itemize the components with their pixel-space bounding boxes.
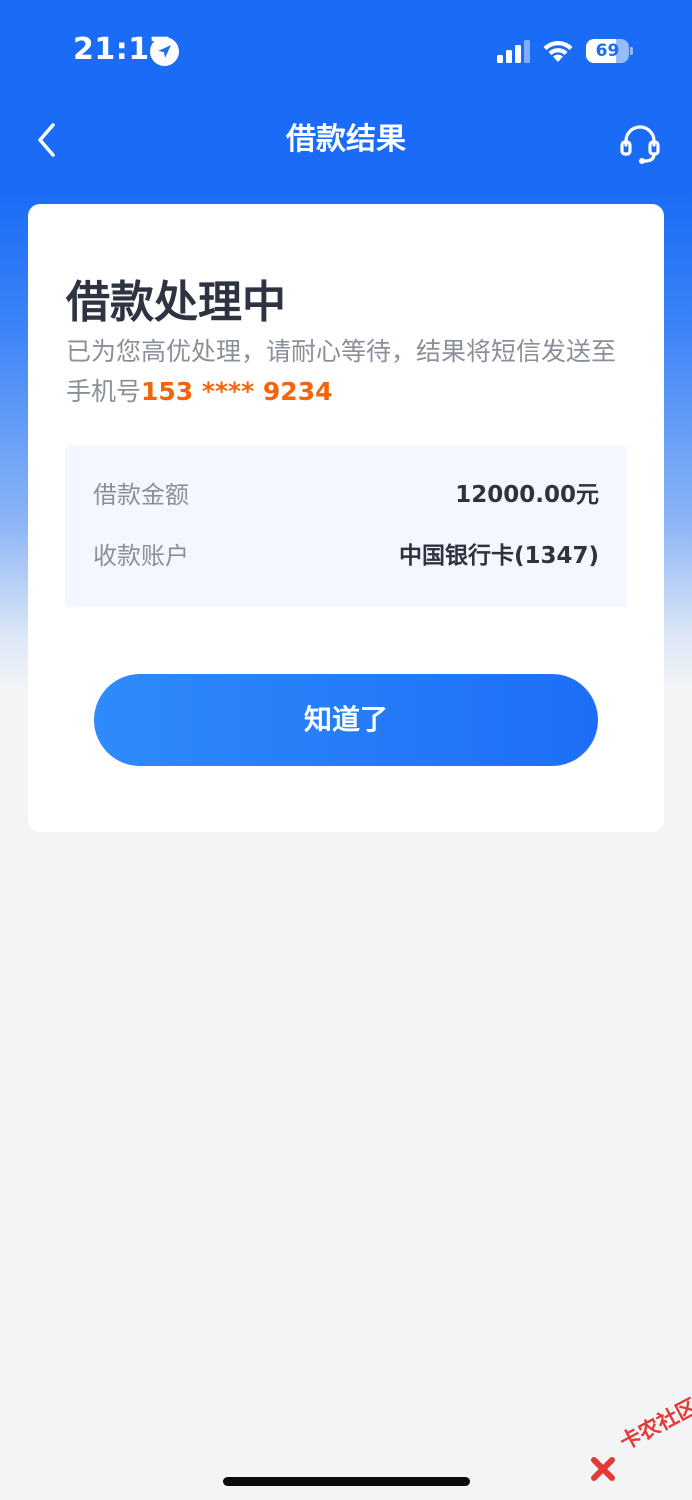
- home-indicator[interactable]: [223, 1477, 470, 1486]
- status-bar: 21:17 69: [0, 0, 692, 100]
- watermark-logo-icon: [591, 1457, 615, 1481]
- watermark-text: 卡农社区: [615, 1394, 692, 1455]
- forum-watermark: 卡农社区: [588, 1394, 692, 1488]
- result-card: 借款处理中 已为您高优处理，请耐心等待，结果将短信发送至手机号153 **** …: [28, 204, 664, 832]
- cellular-signal-icon: [497, 40, 531, 64]
- battery-level: 69: [595, 41, 620, 61]
- phone-number: 153 **** 9234: [141, 377, 333, 406]
- wifi-icon: [542, 38, 574, 64]
- got-it-button[interactable]: 知道了: [94, 674, 598, 766]
- headset-icon: [620, 125, 660, 164]
- status-title: 借款处理中: [66, 277, 286, 328]
- page-title: 借款结果: [286, 122, 406, 157]
- location-arrow-icon: [150, 37, 179, 66]
- receiving-account-value: 中国银行卡(1347): [398, 543, 599, 569]
- receiving-account-row: 收款账户 中国银行卡(1347): [93, 536, 599, 576]
- customer-service-button[interactable]: [615, 118, 665, 168]
- status-description: 已为您高优处理，请耐心等待，结果将短信发送至手机号153 **** 9234: [66, 332, 626, 412]
- receiving-account-label: 收款账户: [93, 542, 189, 570]
- loan-amount-value: 12000.00元: [455, 482, 599, 508]
- loan-amount-label: 借款金额: [93, 481, 189, 509]
- loan-amount-row: 借款金额 12000.00元: [93, 475, 599, 515]
- battery-icon: 69: [586, 39, 633, 63]
- navigation-bar: 借款结果: [0, 108, 692, 172]
- loan-info-box: 借款金额 12000.00元 收款账户 中国银行卡(1347): [65, 445, 627, 607]
